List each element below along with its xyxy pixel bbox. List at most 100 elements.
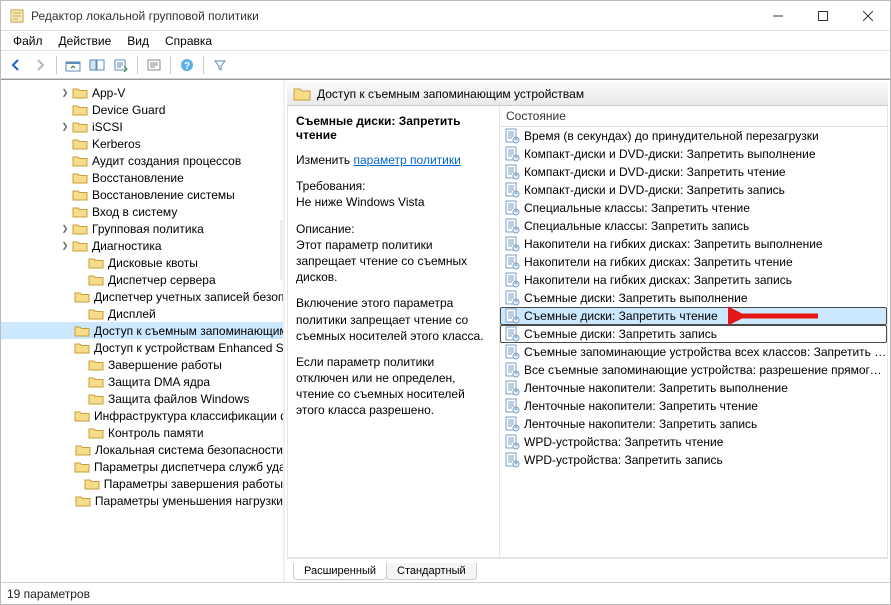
description-2: Включение этого параметра политики запре… bbox=[296, 295, 489, 344]
tree-item-label: Device Guard bbox=[92, 103, 165, 117]
tree-item[interactable]: Инфраструктура классификации файлов bbox=[1, 407, 283, 424]
tree-item[interactable]: Вход в систему bbox=[1, 203, 283, 220]
column-state[interactable]: Состояние bbox=[500, 106, 572, 126]
tree-item[interactable]: Доступ к устройствам Enhanced Storage bbox=[1, 339, 283, 356]
tree-item[interactable]: Восстановление bbox=[1, 169, 283, 186]
tree-item-label: App-V bbox=[92, 86, 125, 100]
folder-icon bbox=[88, 307, 104, 321]
chevron-right-icon[interactable]: ❯ bbox=[58, 122, 72, 131]
tree-item[interactable]: Kerberos bbox=[1, 135, 283, 152]
tree-item[interactable]: Диспетчер сервера bbox=[1, 271, 283, 288]
policy-item[interactable]: Специальные классы: Запретить чтение bbox=[500, 199, 887, 217]
description-label: Описание: bbox=[296, 222, 355, 236]
policy-icon bbox=[504, 146, 520, 162]
policy-item[interactable]: Накопители на гибких дисках: Запретить з… bbox=[500, 271, 887, 289]
content-area: ❯ App-V Device Guard❯iSCSIKerberosАудит со… bbox=[1, 79, 890, 582]
policy-icon bbox=[504, 164, 520, 180]
nav-forward-button[interactable] bbox=[29, 54, 51, 76]
tree-item-label: Диагностика bbox=[92, 239, 162, 253]
tree-item-label: Локальная система безопасности bbox=[95, 443, 283, 457]
tree-item[interactable]: Device Guard bbox=[1, 101, 283, 118]
policy-item[interactable]: Компакт-диски и DVD-диски: Запретить чте… bbox=[500, 163, 887, 181]
policy-label: Ленточные накопители: Запретить чтение bbox=[524, 399, 758, 413]
policy-item[interactable]: Накопители на гибких дисках: Запретить в… bbox=[500, 235, 887, 253]
policy-item[interactable]: Съемные диски: Запретить выполнение bbox=[500, 289, 887, 307]
close-button[interactable] bbox=[845, 1, 890, 30]
folder-icon bbox=[72, 120, 88, 134]
folder-icon bbox=[88, 273, 104, 287]
policy-item[interactable]: Ленточные накопители: Запретить чтение bbox=[500, 397, 887, 415]
policy-icon bbox=[504, 398, 520, 414]
tree-item[interactable]: Доступ к съемным запоминающим устройства… bbox=[1, 322, 283, 339]
tree-item[interactable]: ❯Групповая политика bbox=[1, 220, 283, 237]
minimize-button[interactable] bbox=[755, 1, 800, 30]
folder-icon bbox=[72, 188, 88, 202]
folder-icon bbox=[293, 86, 311, 102]
policy-item[interactable]: Съемные диски: Запретить чтение bbox=[500, 307, 887, 325]
description-3: Если параметр политики отключен или не о… bbox=[296, 354, 489, 419]
tree-item[interactable]: Параметры уменьшения нагрузки bbox=[1, 492, 283, 509]
tab-extended[interactable]: Расширенный bbox=[293, 563, 387, 580]
nav-back-button[interactable] bbox=[5, 54, 27, 76]
chevron-right-icon[interactable]: ❯ bbox=[58, 224, 72, 233]
tree-item[interactable]: ❯ Диагностика bbox=[1, 237, 283, 254]
policy-item[interactable]: Съемные запоминающие устройства всех кла… bbox=[500, 343, 887, 361]
tree-item[interactable]: Контроль памяти bbox=[1, 424, 283, 441]
tree-item[interactable]: Диспетчер учетных записей безопасности bbox=[1, 288, 283, 305]
policy-item[interactable]: Специальные классы: Запретить запись bbox=[500, 217, 887, 235]
tree-item-label: Параметры завершения работы bbox=[104, 477, 283, 491]
chevron-right-icon[interactable]: ❯ bbox=[58, 88, 72, 97]
tree-item[interactable]: Параметры завершения работы bbox=[1, 475, 283, 492]
policy-icon bbox=[504, 344, 520, 360]
menu-action[interactable]: Действие bbox=[51, 33, 120, 49]
right-header-title: Доступ к съемным запоминающим устройства… bbox=[317, 87, 584, 101]
folder-icon bbox=[72, 137, 88, 151]
tree-item[interactable]: Восстановление системы bbox=[1, 186, 283, 203]
policy-item[interactable]: Съемные диски: Запретить запись bbox=[500, 325, 887, 343]
policy-item[interactable]: Время (в секундах) до принудительной пер… bbox=[500, 127, 887, 145]
policy-label: Компакт-диски и DVD-диски: Запретить зап… bbox=[524, 183, 785, 197]
policy-icon bbox=[504, 380, 520, 396]
tree-item[interactable]: Завершение работы bbox=[1, 356, 283, 373]
policy-item[interactable]: Компакт-диски и DVD-диски: Запретить вып… bbox=[500, 145, 887, 163]
tree-item[interactable]: Дисковые квоты bbox=[1, 254, 283, 271]
policy-item[interactable]: WPD-устройства: Запретить чтение bbox=[500, 433, 887, 451]
menu-view[interactable]: Вид bbox=[119, 33, 157, 49]
policy-list[interactable]: Состояние Время (в секундах) до принудит… bbox=[500, 106, 887, 557]
tree-item[interactable]: Защита DMA ядра bbox=[1, 373, 283, 390]
tree-item[interactable]: ❯iSCSI bbox=[1, 118, 283, 135]
edit-policy-link[interactable]: параметр политики bbox=[353, 153, 460, 167]
tree-item[interactable]: ❯ App-V bbox=[1, 84, 283, 101]
properties-button[interactable] bbox=[143, 54, 165, 76]
tree-item[interactable]: Дисплей bbox=[1, 305, 283, 322]
chevron-right-icon[interactable]: ❯ bbox=[58, 241, 72, 250]
export-button[interactable] bbox=[110, 54, 132, 76]
tree-item-label: Диспетчер учетных записей безопасности bbox=[94, 290, 285, 304]
policy-label: Ленточные накопители: Запретить выполнен… bbox=[524, 381, 788, 395]
policy-item[interactable]: Компакт-диски и DVD-диски: Запретить зап… bbox=[500, 181, 887, 199]
tree-item[interactable]: Защита файлов Windows bbox=[1, 390, 283, 407]
folder-icon bbox=[88, 256, 104, 270]
show-hide-tree-button[interactable] bbox=[86, 54, 108, 76]
policy-icon bbox=[504, 290, 520, 306]
tree-item[interactable]: Аудит создания процессов bbox=[1, 152, 283, 169]
up-button[interactable] bbox=[62, 54, 84, 76]
tree-panel[interactable]: ❯ App-V Device Guard❯iSCSIKerberosАудит со… bbox=[1, 80, 285, 582]
policy-item[interactable]: Все съемные запоминающие устройства: раз… bbox=[500, 361, 887, 379]
tab-standard[interactable]: Стандартный bbox=[386, 563, 477, 580]
menu-file[interactable]: Файл bbox=[5, 33, 51, 49]
folder-icon bbox=[74, 341, 90, 355]
policy-item[interactable]: Ленточные накопители: Запретить запись bbox=[500, 415, 887, 433]
tree-item[interactable]: Параметры диспетчера служб удаленных раб… bbox=[1, 458, 283, 475]
help-button[interactable]: ? bbox=[176, 54, 198, 76]
policy-item[interactable]: WPD-устройства: Запретить запись bbox=[500, 451, 887, 469]
menu-help[interactable]: Справка bbox=[157, 33, 220, 49]
tree-item[interactable]: Локальная система безопасности bbox=[1, 441, 283, 458]
policy-item[interactable]: Накопители на гибких дисках: Запретить ч… bbox=[500, 253, 887, 271]
policy-label: Специальные классы: Запретить запись bbox=[524, 219, 749, 233]
folder-icon bbox=[88, 375, 104, 389]
maximize-button[interactable] bbox=[800, 1, 845, 30]
folder-icon bbox=[72, 171, 88, 185]
filter-button[interactable] bbox=[209, 54, 231, 76]
policy-item[interactable]: Ленточные накопители: Запретить выполнен… bbox=[500, 379, 887, 397]
